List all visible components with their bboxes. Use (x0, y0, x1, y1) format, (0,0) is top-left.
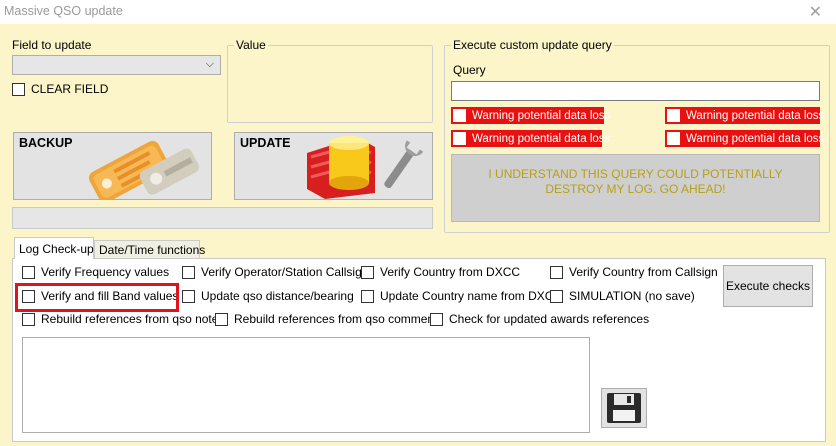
verify-frequency-option[interactable]: Verify Frequency values (22, 265, 169, 279)
execute-checks-label: Execute checks (725, 279, 811, 293)
update-distance-option[interactable]: Update qso distance/bearing (182, 289, 354, 303)
title-bar: Massive QSO update ✕ (0, 0, 836, 24)
clear-field-checkbox[interactable] (12, 82, 25, 96)
warning-4-label: Warning potential data loss (686, 132, 825, 145)
warning-3-checkbox[interactable] (453, 132, 466, 145)
tab-log-check-up-label: Log Check-up (19, 241, 94, 256)
warning-checkbox-2[interactable]: Warning potential data loss (665, 107, 824, 124)
save-button[interactable] (601, 388, 647, 428)
results-textarea[interactable] (22, 337, 590, 433)
rebuild-notes-option[interactable]: Rebuild references from qso notes (22, 312, 224, 326)
verify-operator-label: Verify Operator/Station Callsign (201, 265, 369, 279)
verify-country-dxcc-option[interactable]: Verify Country from DXCC (361, 265, 520, 279)
warning-checkbox-3[interactable]: Warning potential data loss (451, 130, 610, 147)
warning-3-label: Warning potential data loss (472, 132, 611, 145)
rebuild-comments-label: Rebuild references from qso comments (234, 312, 444, 326)
rebuild-comments-option[interactable]: Rebuild references from qso comments (215, 312, 443, 326)
backup-button[interactable]: BACKUP (13, 132, 212, 200)
verify-frequency-checkbox[interactable] (22, 265, 35, 279)
verify-country-callsign-checkbox[interactable] (550, 265, 563, 279)
verify-operator-checkbox[interactable] (182, 265, 195, 279)
window-title: Massive QSO update (4, 4, 123, 18)
backup-label: BACKUP (19, 136, 73, 150)
check-awards-option[interactable]: Check for updated awards references (430, 312, 649, 326)
field-to-update-select[interactable]: ⌵ (12, 55, 221, 75)
simulation-checkbox[interactable] (550, 289, 563, 303)
close-icon[interactable]: ✕ (809, 2, 822, 22)
rebuild-comments-checkbox[interactable] (215, 312, 228, 326)
update-country-name-option[interactable]: Update Country name from DXCC (361, 289, 562, 303)
query-input[interactable] (451, 81, 820, 101)
massive-qso-update-window: Massive QSO update ✕ Field to update ⌵ C… (0, 0, 836, 446)
simulation-option[interactable]: SIMULATION (no save) (550, 289, 695, 303)
warning-checkbox-1[interactable]: Warning potential data loss (451, 107, 610, 124)
verify-country-callsign-option[interactable]: Verify Country from Callsign (550, 265, 718, 279)
update-button[interactable]: UPDATE (234, 132, 433, 200)
warning-1-checkbox[interactable] (453, 109, 466, 122)
warning-checkbox-4[interactable]: Warning potential data loss (665, 130, 824, 147)
tab-log-check-up[interactable]: Log Check-up (14, 237, 94, 259)
warning-2-label: Warning potential data loss (686, 109, 825, 122)
rebuild-notes-checkbox[interactable] (22, 312, 35, 326)
verify-country-callsign-label: Verify Country from Callsign (569, 265, 718, 279)
clear-field-option[interactable]: CLEAR FIELD (12, 82, 108, 96)
query-label: Query (453, 63, 486, 77)
value-group-title: Value (234, 38, 268, 52)
verify-frequency-label: Verify Frequency values (41, 265, 170, 279)
field-to-update-label: Field to update (12, 38, 92, 52)
value-group: Value (227, 38, 433, 123)
verify-country-dxcc-checkbox[interactable] (361, 265, 374, 279)
update-country-name-checkbox[interactable] (361, 289, 374, 303)
tab-date-time-functions-label: Date/Time functions (99, 243, 206, 257)
warning-2-checkbox[interactable] (667, 109, 680, 122)
verify-country-dxcc-label: Verify Country from DXCC (380, 265, 521, 279)
verify-operator-option[interactable]: Verify Operator/Station Callsign (182, 265, 368, 279)
check-awards-checkbox[interactable] (430, 312, 443, 326)
clear-field-label: CLEAR FIELD (31, 82, 109, 96)
progress-bar (12, 207, 433, 229)
update-distance-checkbox[interactable] (182, 289, 195, 303)
warning-4-checkbox[interactable] (667, 132, 680, 145)
check-awards-label: Check for updated awards references (449, 312, 650, 326)
floppy-disk-icon (607, 393, 641, 423)
tab-date-time-functions[interactable]: Date/Time functions (94, 240, 205, 259)
execute-checks-button[interactable]: Execute checks (723, 265, 813, 307)
chevron-down-icon: ⌵ (205, 58, 214, 70)
go-ahead-button[interactable]: I UNDERSTAND THIS QUERY COULD POTENTIALL… (451, 154, 820, 222)
verify-band-highlight (15, 283, 179, 312)
custom-query-title: Execute custom update query (451, 38, 614, 52)
database-wrench-icon (307, 136, 424, 199)
update-country-name-label: Update Country name from DXCC (380, 289, 563, 303)
go-ahead-label: I UNDERSTAND THIS QUERY COULD POTENTIALL… (488, 167, 783, 196)
rebuild-notes-label: Rebuild references from qso notes (41, 312, 225, 326)
update-label: UPDATE (240, 136, 291, 150)
keys-icon (88, 140, 200, 199)
simulation-label: SIMULATION (no save) (569, 289, 695, 303)
warning-1-label: Warning potential data loss (472, 109, 611, 122)
update-distance-label: Update qso distance/bearing (201, 289, 354, 303)
